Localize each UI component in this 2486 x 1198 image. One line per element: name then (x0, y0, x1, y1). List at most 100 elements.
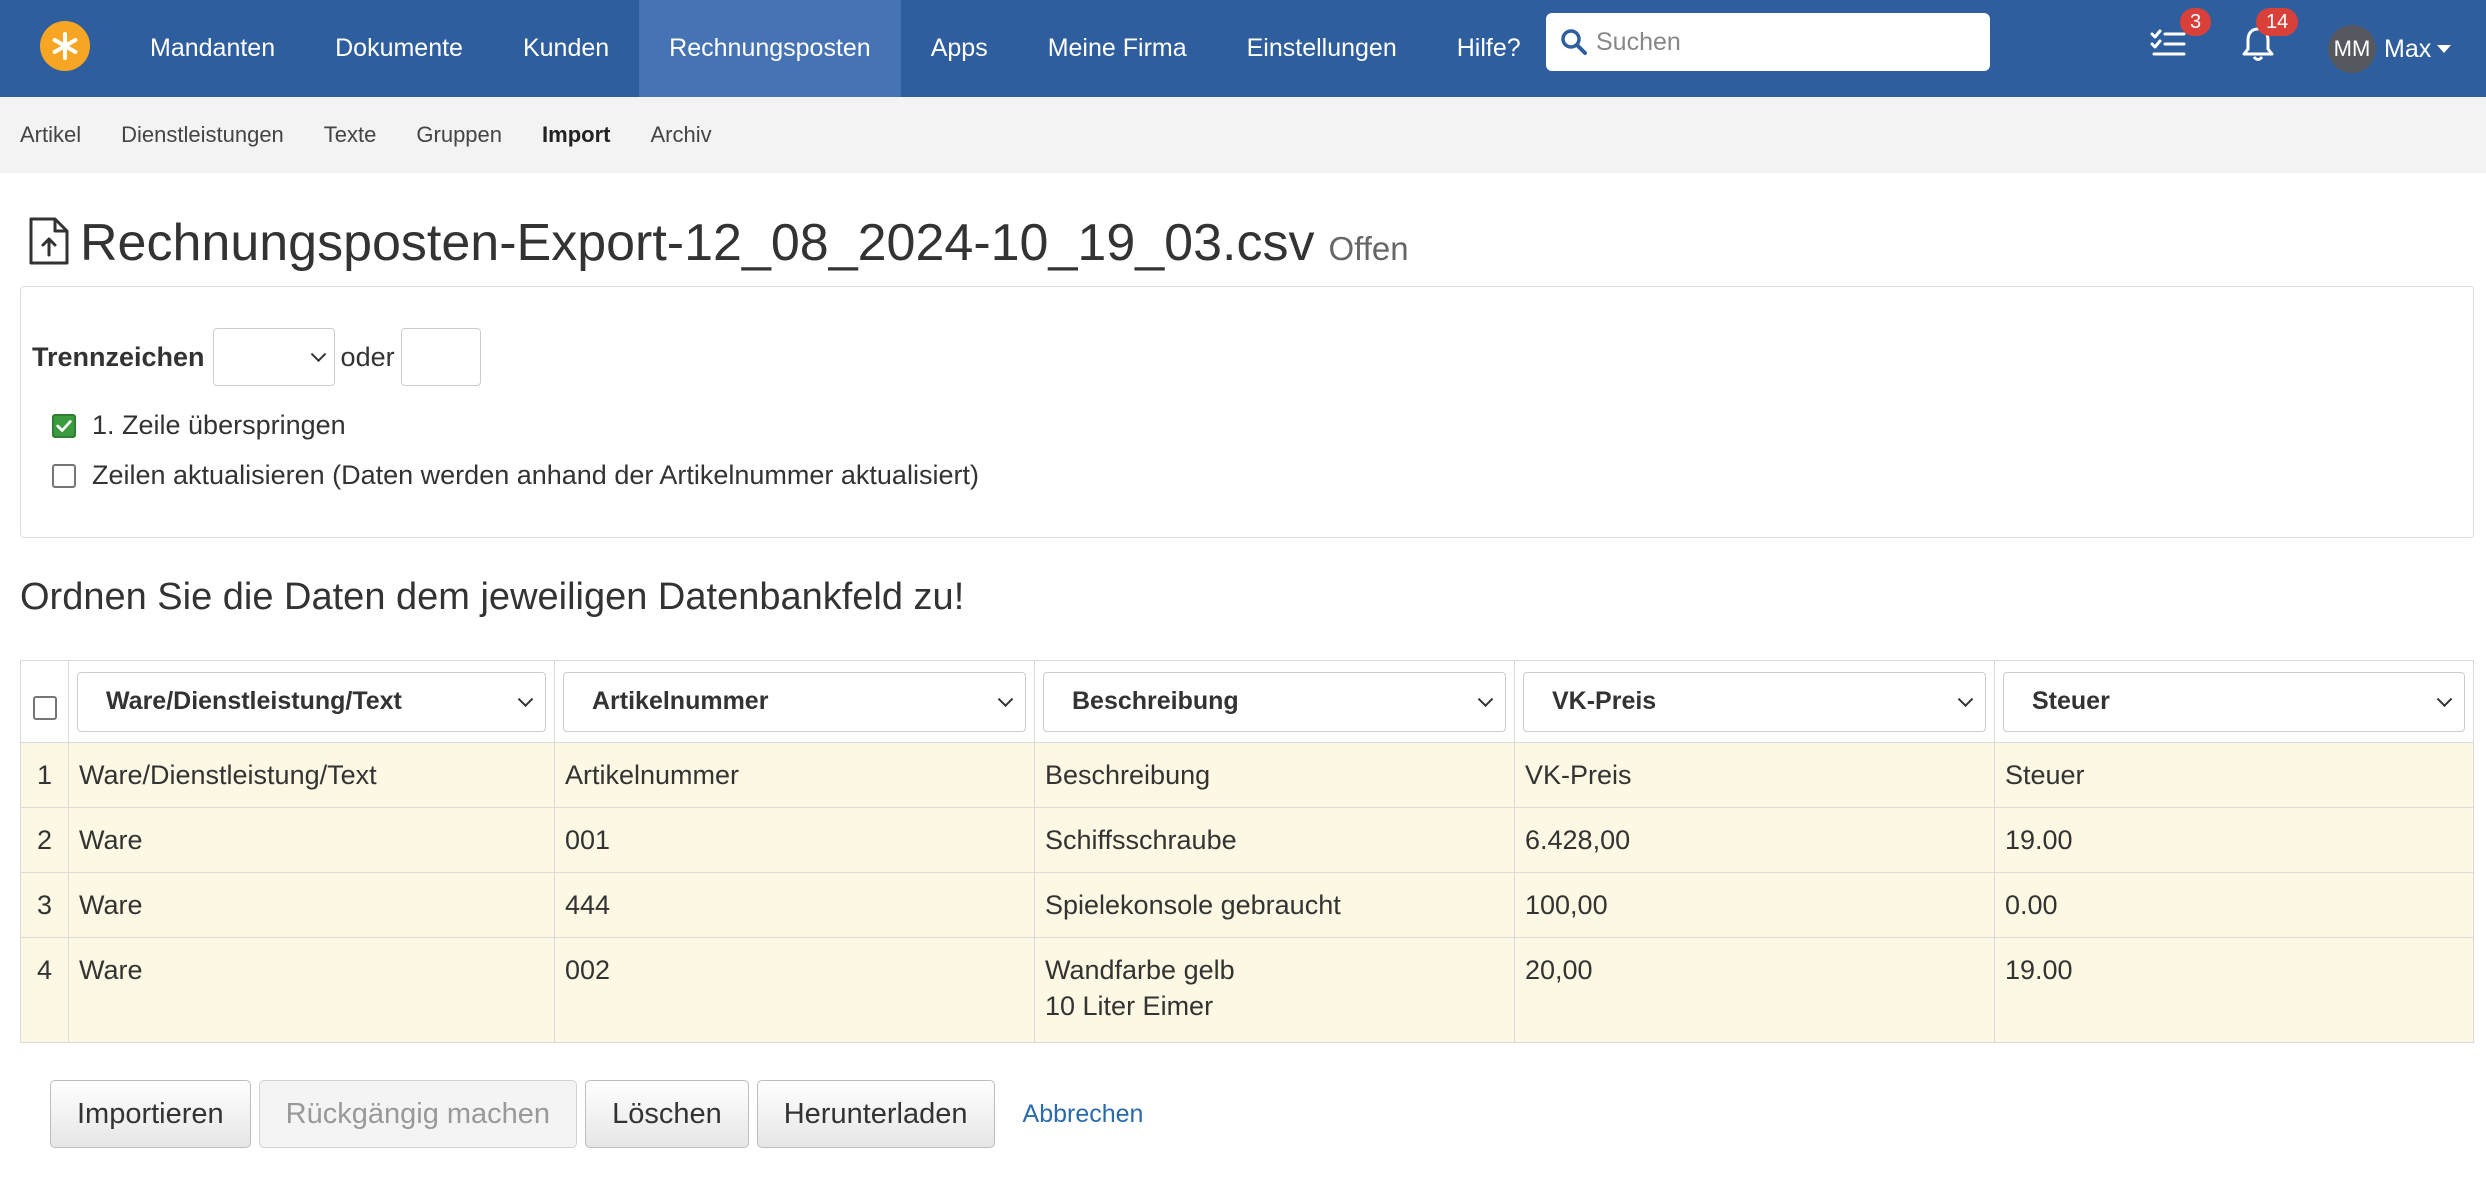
subnav-item-texte[interactable]: Texte (324, 122, 377, 148)
table-cell: 100,00 (1514, 872, 1995, 938)
select-all-checkbox[interactable] (32, 696, 57, 720)
nav-item-meine-firma[interactable]: Meine Firma (1018, 0, 1217, 97)
nav-item-dokumente[interactable]: Dokumente (305, 0, 493, 97)
page-header: Rechnungsposten-Export-12_08_2024-10_19_… (28, 210, 1409, 273)
asterisk-icon (52, 32, 78, 60)
separator-row: Trennzeichen oder (32, 328, 481, 386)
update-rows-checkbox[interactable] (52, 463, 76, 488)
table-row: 3 Ware 444 Spielekonsole gebraucht 100,0… (20, 872, 2474, 938)
caret-down-icon (2437, 45, 2452, 53)
column-header: VK-Preis (1514, 660, 1995, 743)
search-box (1546, 13, 1990, 71)
action-buttons: Importieren Rückgängig machen Löschen He… (50, 1080, 1143, 1148)
undo-button[interactable]: Rückgängig machen (258, 1080, 578, 1148)
column-field-label: Ware/Dienstleistung/Text (106, 687, 402, 715)
main-nav: Mandanten Dokumente Kunden Rechnungspost… (120, 0, 1551, 97)
checkmark-icon (56, 419, 72, 432)
subnav-item-artikel[interactable]: Artikel (20, 122, 81, 148)
chevron-down-icon (997, 690, 1014, 707)
column-field-select[interactable]: Ware/Dienstleistung/Text (77, 671, 546, 732)
column-field-label: VK-Preis (1552, 687, 1657, 715)
page-title: Rechnungsposten-Export-12_08_2024-10_19_… (80, 214, 1315, 272)
table-row: 4 Ware 002 Wandfarbe gelb 10 Liter Eimer… (20, 937, 2474, 1043)
column-field-select[interactable]: Beschreibung (1043, 671, 1506, 732)
subnav-item-dienstleistungen[interactable]: Dienstleistungen (121, 122, 284, 148)
search-input[interactable] (1596, 27, 1976, 57)
subnav-item-gruppen[interactable]: Gruppen (416, 122, 502, 148)
chevron-down-icon (2436, 690, 2453, 707)
nav-item-mandanten[interactable]: Mandanten (120, 0, 305, 97)
skip-first-line-checkbox[interactable] (52, 413, 76, 438)
user-name: Max (2384, 34, 2432, 63)
column-field-select[interactable]: Steuer (2003, 671, 2465, 732)
column-mapping-row: Ware/Dienstleistung/Text Artikelnummer B… (20, 660, 2474, 743)
table-cell: Steuer (1994, 742, 2474, 808)
table-cell: Ware (68, 807, 555, 873)
download-button[interactable]: Herunterladen (756, 1080, 995, 1148)
table-cell: VK-Preis (1514, 742, 1995, 808)
import-button[interactable]: Importieren (50, 1080, 251, 1148)
table-cell: 444 (554, 872, 1035, 938)
app-logo[interactable] (40, 21, 90, 71)
table-cell: Spielekonsole gebraucht (1034, 872, 1515, 938)
import-settings-panel (20, 286, 2474, 538)
separator-select[interactable] (212, 328, 335, 386)
custom-separator-input[interactable] (400, 328, 481, 386)
file-upload-icon (29, 217, 69, 265)
top-navbar: Mandanten Dokumente Kunden Rechnungspost… (0, 0, 2486, 97)
column-header: Ware/Dienstleistung/Text (68, 660, 555, 743)
table-row: 1 Ware/Dienstleistung/Text Artikelnummer… (20, 742, 2474, 808)
nav-item-apps[interactable]: Apps (901, 0, 1018, 97)
separator-label: Trennzeichen (32, 341, 205, 372)
table-cell: 0.00 (1994, 872, 2474, 938)
table-cell: Wandfarbe gelb 10 Liter Eimer (1034, 937, 1515, 1043)
chevron-down-icon (1477, 690, 1494, 707)
skip-first-line-row: 1. Zeile überspringen (52, 410, 346, 441)
column-header: Artikelnummer (554, 660, 1035, 743)
column-field-select[interactable]: Artikelnummer (563, 671, 1026, 732)
subnav-item-archiv[interactable]: Archiv (650, 122, 711, 148)
table-cell: Ware/Dienstleistung/Text (68, 742, 555, 808)
cancel-link[interactable]: Abbrechen (1023, 1100, 1144, 1129)
table-cell: Beschreibung (1034, 742, 1515, 808)
column-field-select[interactable]: VK-Preis (1523, 671, 1986, 732)
column-header: Steuer (1994, 660, 2474, 743)
column-field-label: Beschreibung (1072, 687, 1239, 715)
user-menu[interactable]: MM Max (2328, 23, 2452, 75)
table-cell: Artikelnummer (554, 742, 1035, 808)
table-cell: 20,00 (1514, 937, 1995, 1043)
table-cell: Ware (68, 872, 555, 938)
nav-item-rechnungsposten[interactable]: Rechnungsposten (639, 0, 901, 97)
chevron-down-icon (517, 690, 534, 707)
table-cell: 19.00 (1994, 807, 2474, 873)
or-label: oder (340, 341, 395, 372)
chevron-down-icon (1957, 690, 1974, 707)
search-icon (1561, 29, 1587, 55)
table-cell: 6.428,00 (1514, 807, 1995, 873)
status-label: Offen (1328, 230, 1409, 267)
table-cell: 002 (554, 937, 1035, 1043)
notifications-button[interactable]: 14 (2236, 8, 2299, 66)
table-cell: Schiffsschraube (1034, 807, 1515, 873)
nav-item-kunden[interactable]: Kunden (493, 0, 639, 97)
mapping-heading: Ordnen Sie die Daten dem jeweiligen Date… (20, 576, 965, 618)
select-all-cell (20, 660, 69, 743)
avatar: MM (2328, 25, 2376, 73)
delete-button[interactable]: Löschen (585, 1080, 749, 1148)
row-number: 3 (20, 872, 69, 938)
column-field-label: Steuer (2032, 687, 2110, 715)
table-cell: Ware (68, 937, 555, 1043)
update-rows-label: Zeilen aktualisieren (Daten werden anhan… (92, 460, 979, 490)
table-cell: 19.00 (1994, 937, 2474, 1043)
subnav-item-import[interactable]: Import (542, 122, 610, 148)
nav-item-hilfe[interactable]: Hilfe? (1427, 0, 1551, 97)
update-rows-row: Zeilen aktualisieren (Daten werden anhan… (52, 460, 979, 491)
sub-nav: Artikel Dienstleistungen Texte Gruppen I… (0, 97, 2486, 173)
nav-item-einstellungen[interactable]: Einstellungen (1217, 0, 1427, 97)
column-header: Beschreibung (1034, 660, 1515, 743)
column-field-label: Artikelnummer (592, 687, 769, 715)
tasks-button[interactable]: 3 (2146, 8, 2212, 66)
table-cell: 001 (554, 807, 1035, 873)
chevron-down-icon (310, 346, 326, 363)
tasks-badge: 3 (2180, 8, 2212, 36)
